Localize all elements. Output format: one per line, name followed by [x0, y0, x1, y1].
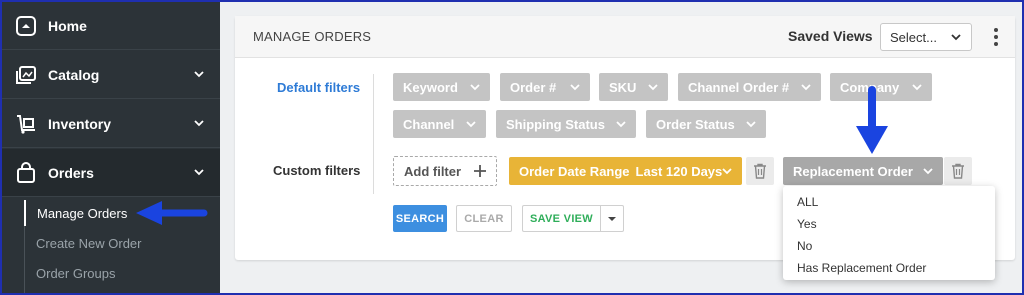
saved-views-select[interactable]: Select... [880, 23, 972, 51]
sidebar-item-catalog[interactable]: Catalog [2, 51, 220, 99]
annotation-arrow-down-icon [856, 86, 888, 154]
chip-label: Order Status [656, 116, 735, 132]
chevron-down-icon [923, 168, 933, 175]
page-title: MANAGE ORDERS [253, 29, 372, 44]
add-filter-button[interactable]: Add filter [393, 156, 497, 186]
chevron-down-icon [722, 168, 732, 175]
save-view-button[interactable]: SAVE VIEW [522, 205, 600, 232]
remove-date-range-filter-button[interactable] [746, 157, 774, 185]
sidebar-item-label: Orders [48, 164, 94, 181]
orders-bag-icon [14, 161, 38, 185]
chevron-down-icon [912, 84, 922, 91]
chip-label: Channel [403, 116, 455, 132]
chevron-down-icon [570, 84, 580, 91]
filter-chip-channel[interactable]: Channel [393, 110, 486, 138]
dropdown-option-yes[interactable]: Yes [797, 217, 817, 231]
filter-chip-order-date-range[interactable]: Order Date Range Last 120 Days [509, 157, 742, 185]
sidebar-item-label: Home [48, 17, 87, 34]
chip-label: Order # [510, 79, 557, 95]
add-filter-label: Add filter [404, 163, 462, 179]
filter-chip-channel-order-number[interactable]: Channel Order # [678, 73, 821, 101]
dropdown-option-no[interactable]: No [797, 239, 812, 253]
sidebar-subitem-create-new-order[interactable]: Create New Order [24, 230, 141, 256]
chevron-down-icon [801, 84, 811, 91]
chevron-down-icon [951, 34, 961, 41]
chip-value: Last 120 Days [635, 163, 723, 179]
chip-label: Replacement Order [793, 163, 913, 179]
plus-icon [474, 165, 486, 177]
chip-label: SKU [609, 79, 637, 95]
chevron-down-icon [470, 84, 480, 91]
replacement-order-dropdown: ALL Yes No Has Replacement Order [783, 186, 995, 280]
clear-button[interactable]: CLEAR [456, 205, 512, 232]
chip-label: Channel Order # [688, 79, 790, 95]
chevron-down-icon [466, 121, 476, 128]
chevron-down-icon [616, 121, 626, 128]
chip-label: Shipping Status [506, 116, 605, 132]
sidebar-item-inventory[interactable]: Inventory [2, 100, 220, 148]
sidebar-item-orders[interactable]: Orders [2, 149, 220, 197]
dropdown-option-all[interactable]: ALL [797, 195, 818, 209]
chevron-down-icon [648, 84, 658, 91]
custom-filters-label: Custom filters [273, 163, 361, 178]
default-filters-label[interactable]: Default filters [277, 80, 360, 95]
panel-header: MANAGE ORDERS Saved Views Select... [235, 16, 1015, 58]
sidebar-item-label: Inventory [48, 115, 112, 132]
filters-divider [373, 74, 374, 194]
sidebar-item-label: Catalog [48, 66, 100, 83]
saved-views-label: Saved Views [788, 28, 873, 44]
chip-label: Order Date Range [519, 163, 630, 179]
annotation-arrow-left-icon [136, 201, 208, 225]
sidebar-subitem-order-groups[interactable]: Order Groups [24, 260, 115, 286]
filter-chip-order-number[interactable]: Order # [500, 73, 590, 101]
kebab-menu-icon[interactable] [990, 26, 1002, 48]
filter-chip-replacement-order[interactable]: Replacement Order [783, 157, 943, 185]
chevron-down-icon [746, 121, 756, 128]
chevron-down-icon [194, 169, 204, 176]
home-icon [14, 14, 38, 38]
sidebar: Home Catalog Inventory Orders Manage Ord… [2, 2, 220, 293]
screenshot-frame: Home Catalog Inventory Orders Manage Ord… [0, 0, 1024, 295]
filter-chip-order-status[interactable]: Order Status [646, 110, 766, 138]
filter-chip-shipping-status[interactable]: Shipping Status [496, 110, 636, 138]
filter-chip-keyword[interactable]: Keyword [393, 73, 490, 101]
catalog-icon [14, 63, 38, 87]
inventory-icon [14, 112, 38, 136]
dropdown-option-has-replacement-order[interactable]: Has Replacement Order [797, 261, 926, 275]
chip-label: Keyword [403, 79, 458, 95]
chevron-down-icon [194, 120, 204, 127]
remove-replacement-filter-button[interactable] [944, 157, 972, 185]
filter-chip-sku[interactable]: SKU [599, 73, 668, 101]
trash-icon [952, 163, 964, 179]
caret-down-icon [608, 216, 616, 221]
sidebar-subitem-manage-orders[interactable]: Manage Orders [24, 200, 127, 226]
sidebar-item-home[interactable]: Home [2, 2, 220, 50]
search-button[interactable]: SEARCH [393, 205, 447, 232]
save-view-dropdown-button[interactable] [600, 205, 624, 232]
chevron-down-icon [194, 71, 204, 78]
saved-views-value: Select... [890, 30, 937, 45]
trash-icon [754, 163, 766, 179]
